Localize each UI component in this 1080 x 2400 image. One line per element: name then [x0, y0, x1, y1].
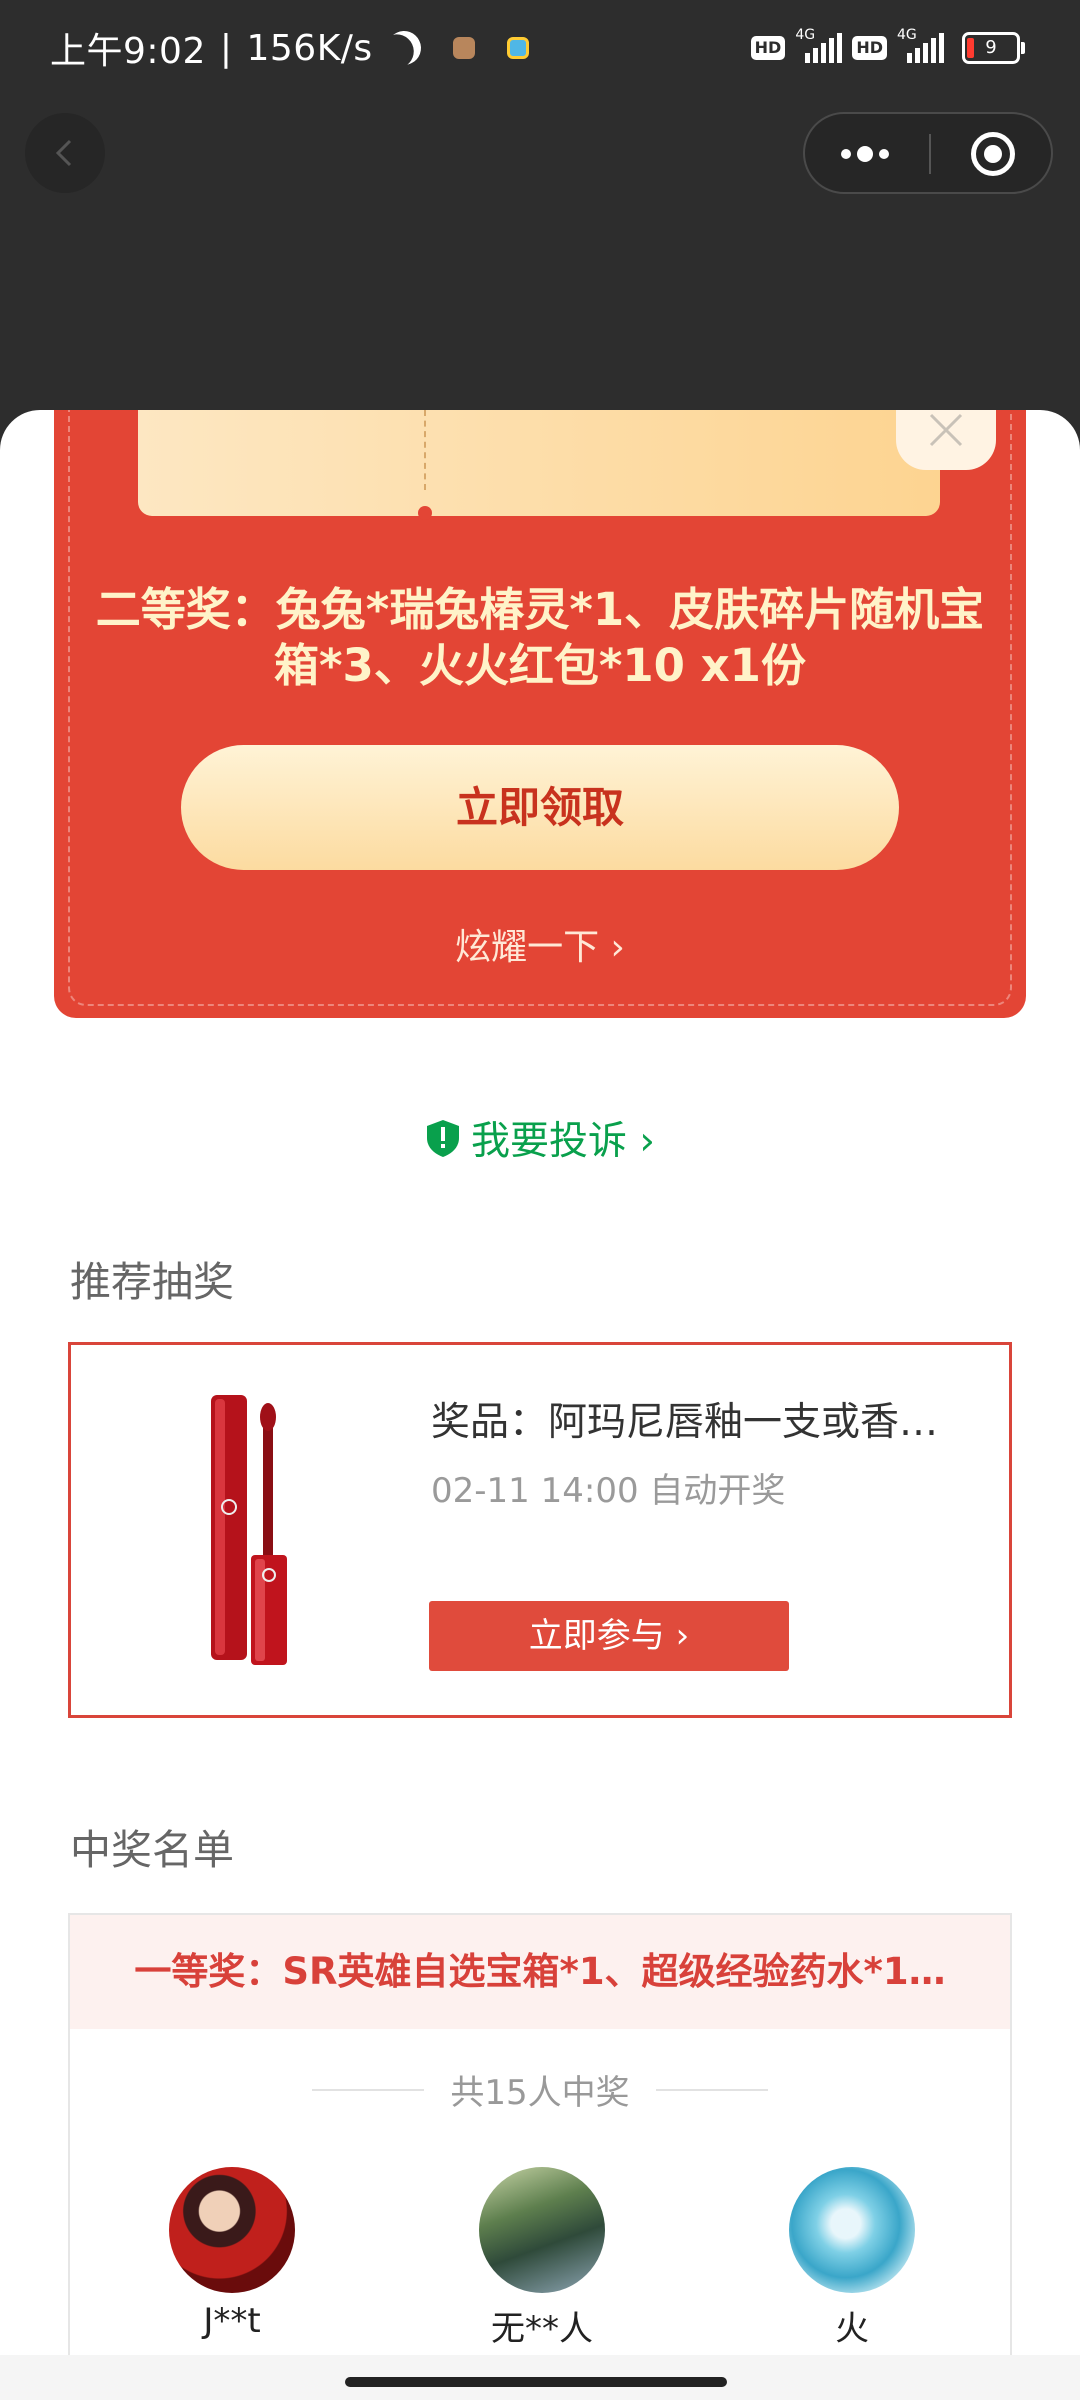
- avatar: [789, 2167, 915, 2293]
- avatar: [479, 2167, 605, 2293]
- winner-item: 火: [772, 2167, 932, 2350]
- ticket-notch: [418, 506, 432, 520]
- winner-count: 共15人中奖: [70, 2065, 1010, 2114]
- home-indicator[interactable]: [345, 2377, 727, 2387]
- content-sheet: 二等奖：兔兔*瑞兔椿灵*1、皮肤碎片随机宝箱*3、火火红包*10 x1份 立即领…: [0, 410, 1080, 2400]
- app-notification-icon: [452, 37, 475, 59]
- complain-label: 我要投诉 ›: [471, 1119, 655, 1164]
- hd-badge: HD: [750, 36, 786, 60]
- join-button[interactable]: 立即参与 ›: [429, 1601, 789, 1671]
- recommend-draw-time: 02-11 14:00 自动开奖: [431, 1471, 786, 1511]
- status-bar: 上午9:02 | 156K/s HD 4G HD 4G 9: [0, 0, 1080, 100]
- close-button[interactable]: [896, 410, 996, 470]
- signal-icon: 4G: [795, 27, 843, 63]
- winner-list-card: 一等奖：SR英雄自选宝箱*1、超级经验药水*1… 共15人中奖 J**t 无**…: [68, 1913, 1012, 2400]
- chevron-left-icon: [55, 139, 72, 167]
- recommend-section-title: 推荐抽奖: [70, 1258, 234, 1306]
- complain-link[interactable]: 我要投诉 ›: [0, 1110, 1080, 1166]
- winner-name: J**t: [203, 2301, 261, 2341]
- winner-name: 无**人: [491, 2309, 593, 2349]
- back-button[interactable]: [25, 113, 105, 193]
- avatar: [169, 2167, 295, 2293]
- more-dots-icon[interactable]: [841, 138, 941, 170]
- first-prize-title: 一等奖：SR英雄自选宝箱*1、超级经验药水*1…: [70, 1915, 1010, 2029]
- prize-ticket: [138, 410, 940, 520]
- battery-level: 9: [985, 37, 997, 58]
- target-circle-icon[interactable]: [971, 132, 1015, 176]
- signal-icon-2: 4G: [897, 27, 944, 63]
- status-divider: |: [219, 27, 233, 69]
- winner-name: 火: [835, 2309, 869, 2349]
- status-speed: 156K/s: [246, 27, 373, 69]
- shield-exclamation-icon: [427, 1120, 459, 1157]
- winner-item: J**t: [152, 2167, 312, 2341]
- status-right: HD 4G HD 4G 9: [750, 27, 1025, 64]
- hd-badge-2: HD: [852, 36, 887, 60]
- winner-item: 无**人: [462, 2167, 622, 2350]
- close-icon: [929, 413, 963, 447]
- status-time: 上午9:02: [50, 31, 206, 72]
- prize-card: 二等奖：兔兔*瑞兔椿灵*1、皮肤碎片随机宝箱*3、火火红包*10 x1份 立即领…: [54, 410, 1026, 1018]
- recommend-card[interactable]: 奖品：阿玛尼唇釉一支或香… 02-11 14:00 自动开奖 立即参与 ›: [68, 1342, 1012, 1718]
- recommend-prize: 奖品：阿玛尼唇釉一支或香…: [431, 1400, 939, 1445]
- home-indicator-bar: [0, 2355, 1080, 2400]
- capsule-menu: [803, 112, 1053, 194]
- claim-button[interactable]: 立即领取: [181, 745, 899, 870]
- app-notification-icon-2: [506, 37, 529, 59]
- battery-icon: 9: [962, 32, 1025, 64]
- capsule-divider: [929, 134, 931, 174]
- lipstick-product-image: [211, 1395, 287, 1665]
- show-off-link[interactable]: 炫耀一下 ›: [54, 918, 1026, 970]
- moon-icon: [381, 25, 426, 70]
- winners-section-title: 中奖名单: [70, 1826, 234, 1874]
- prize-title: 二等奖：兔兔*瑞兔椿灵*1、皮肤碎片随机宝箱*3、火火红包*10 x1份: [95, 583, 985, 692]
- ticket-perforation: [424, 410, 426, 490]
- status-left: 上午9:02 | 156K/s: [50, 22, 529, 74]
